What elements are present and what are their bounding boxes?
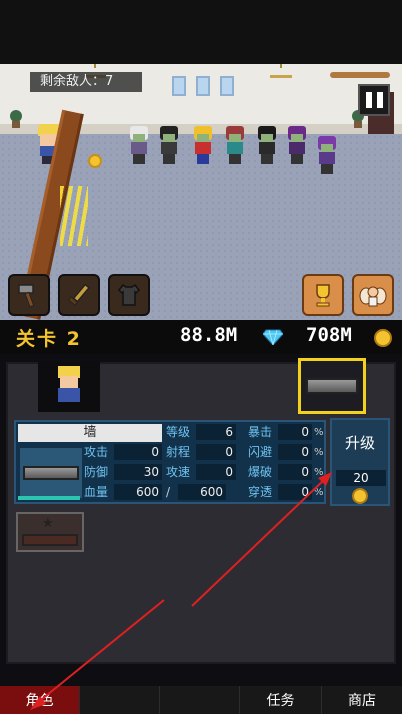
gold-counter: 708M xyxy=(306,324,352,346)
stat-label: 闪避 xyxy=(248,445,273,459)
stat-value: 0 xyxy=(278,424,312,440)
percent-sign: % xyxy=(314,427,324,438)
stat-value: 0 xyxy=(196,444,236,460)
stat-value: 30 xyxy=(114,464,162,480)
stat-level: 等级 6 xyxy=(166,424,238,441)
item-name: 墙 xyxy=(18,424,162,442)
enemies-remaining-label: 剩余敌人：7 xyxy=(30,72,142,92)
percent-sign: % xyxy=(314,467,324,478)
coin-icon xyxy=(352,488,368,504)
stat-crit: 暴击 0 % xyxy=(248,424,326,441)
stats-panel: 墙 攻击 0 防御 30 血量 600 / 600 等级 6 射程 0 攻速 0… xyxy=(14,420,326,504)
window xyxy=(220,76,234,96)
wall-brick-icon xyxy=(306,378,358,394)
zombie-enemy xyxy=(224,126,246,166)
chandelier-icon xyxy=(270,64,292,78)
gem-icon xyxy=(263,329,283,345)
coin-drop-icon xyxy=(88,154,102,168)
item-icon-box xyxy=(20,448,82,498)
pause-button[interactable] xyxy=(358,84,390,116)
trophy-icon xyxy=(316,284,330,307)
stat-pierce: 穿透 0 % xyxy=(248,484,326,501)
stat-range: 射程 0 xyxy=(166,444,238,461)
hp-bar xyxy=(18,496,80,500)
shirt-icon xyxy=(117,283,141,306)
tab-character[interactable]: 角色 xyxy=(0,686,80,714)
stat-label: 等级 xyxy=(166,425,191,439)
hammer-icon xyxy=(18,284,35,308)
tab-empty-1[interactable] xyxy=(80,686,160,714)
stat-dodge: 闪避 0 % xyxy=(248,444,326,461)
stat-attack: 攻击 0 xyxy=(84,444,164,461)
upgrade-cost: 20 xyxy=(336,470,386,486)
gems-counter: 88.8M xyxy=(180,324,238,346)
plant-icon xyxy=(10,110,22,128)
hp-current: 600 xyxy=(114,484,162,500)
sword-icon xyxy=(67,283,91,306)
character-portrait[interactable] xyxy=(38,362,100,412)
selected-wall-slot[interactable] xyxy=(298,358,366,414)
stat-value: 0 xyxy=(278,464,312,480)
zombie-enemy xyxy=(286,126,308,166)
sword-skill-button[interactable] xyxy=(58,274,100,316)
zombie-enemy xyxy=(256,126,278,166)
star-icon: ★ xyxy=(42,516,54,531)
tab-empty-2[interactable] xyxy=(160,686,240,714)
wall-brick-icon xyxy=(23,466,79,480)
stat-value: 0 xyxy=(196,464,236,480)
hammer-skill-button[interactable] xyxy=(8,274,50,316)
lightning-effect xyxy=(60,186,88,246)
game-scene: 剩余敌人：7 xyxy=(0,64,402,320)
bottom-nav: 角色 任务 商店 xyxy=(0,686,402,714)
stat-value: 6 xyxy=(196,424,236,440)
stat-label: 攻速 xyxy=(166,465,191,479)
stat-label: 血量 xyxy=(84,485,109,499)
stat-label: 防御 xyxy=(84,465,109,479)
angel-icon xyxy=(359,286,387,307)
stat-label: 穿透 xyxy=(248,485,273,499)
level-label: 关卡 2 xyxy=(16,328,82,350)
hp-max: 600 xyxy=(178,484,226,500)
zombie-enemy xyxy=(192,126,214,166)
stat-label: 暴击 xyxy=(248,425,273,439)
angel-button[interactable] xyxy=(352,274,394,316)
window xyxy=(196,76,210,96)
pause-icon xyxy=(365,92,372,108)
stat-attack-speed: 攻速 0 xyxy=(166,464,238,481)
tab-shop[interactable]: 商店 xyxy=(322,686,402,714)
stat-label: 射程 xyxy=(166,445,191,459)
upgrade-label: 升级 xyxy=(344,434,375,452)
window xyxy=(172,76,186,96)
tab-tasks[interactable]: 任务 xyxy=(240,686,322,714)
stat-label: 攻击 xyxy=(84,445,109,459)
trophy-button[interactable] xyxy=(302,274,344,316)
zombie-enemy xyxy=(158,126,180,166)
stat-value: 0 xyxy=(278,444,312,460)
stat-value: 0 xyxy=(278,484,312,500)
percent-sign: % xyxy=(314,447,324,458)
shelf xyxy=(330,72,390,78)
upgrade-button[interactable]: 升级 20 xyxy=(330,418,390,506)
percent-sign: % xyxy=(314,487,324,498)
stat-hp: 血量 600 / 600 xyxy=(84,484,228,501)
equipment-slot[interactable]: ★ xyxy=(16,512,84,552)
stat-defense: 防御 30 xyxy=(84,464,164,481)
hp-separator-icon: / xyxy=(166,485,171,499)
armor-skill-button[interactable] xyxy=(108,274,150,316)
zombie-enemy xyxy=(128,126,150,166)
stat-label: 爆破 xyxy=(248,465,273,479)
zombie-enemy xyxy=(316,136,338,176)
stat-burst: 爆破 0 % xyxy=(248,464,326,481)
top-black-bar xyxy=(0,0,402,64)
coin-icon xyxy=(374,329,392,347)
wall-brick-icon xyxy=(22,534,78,546)
stat-value: 0 xyxy=(114,444,162,460)
status-bar: 关卡 2 88.8M 708M xyxy=(0,320,402,354)
